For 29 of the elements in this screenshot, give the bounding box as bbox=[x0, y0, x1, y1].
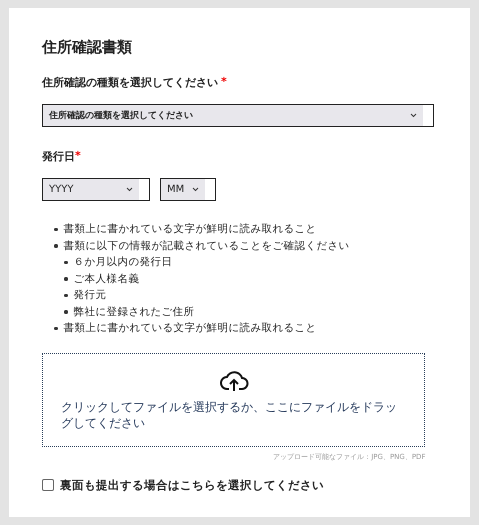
requirement-text: 書類上に書かれている文字が鮮明に読み取れること bbox=[64, 222, 316, 237]
bullet-icon bbox=[64, 294, 68, 297]
requirement-text: ６か月以内の発行日 bbox=[74, 255, 172, 270]
required-mark: * bbox=[221, 75, 227, 90]
date-select[interactable]: MM bbox=[160, 178, 216, 201]
document-type-select[interactable]: 住所確認の種類を選択してください bbox=[42, 104, 434, 127]
requirement-text: 書類に以下の情報が記載されていることをご確認ください bbox=[64, 238, 350, 254]
bullet-icon bbox=[64, 260, 68, 264]
requirement-text: 弊社に登録されたご住所 bbox=[74, 304, 194, 320]
chevron-icon bbox=[192, 187, 199, 192]
bullet-icon bbox=[54, 228, 58, 231]
requirement-text: ご本人様名義 bbox=[74, 272, 140, 286]
cloud-upload-icon bbox=[218, 368, 248, 392]
checkbox[interactable] bbox=[42, 479, 54, 491]
file-drop-zone[interactable]: クリックしてファイルを選択するか、ここにファイルをドラッグしてください bbox=[42, 352, 425, 446]
bullet-icon bbox=[54, 244, 58, 248]
date-select[interactable]: YYYY bbox=[42, 178, 150, 201]
requirement-text: 発行元 bbox=[74, 288, 106, 303]
field-label: 住所確認の種類を選択してください bbox=[42, 75, 218, 90]
chevron-icon bbox=[126, 187, 133, 192]
chevron-icon bbox=[410, 113, 417, 118]
field-label: 発行日 bbox=[42, 149, 75, 164]
section-title: 住所確認書類 bbox=[42, 38, 133, 57]
bullet-icon bbox=[54, 326, 58, 330]
bullet-icon bbox=[64, 310, 68, 314]
checkbox-label: 裏面も提出する場合はこちらを選択してください bbox=[60, 478, 324, 492]
bullet-icon bbox=[64, 277, 68, 280]
required-mark: * bbox=[75, 149, 81, 164]
requirement-text: 書類上に書かれている文字が鮮明に読み取れること bbox=[64, 321, 316, 336]
